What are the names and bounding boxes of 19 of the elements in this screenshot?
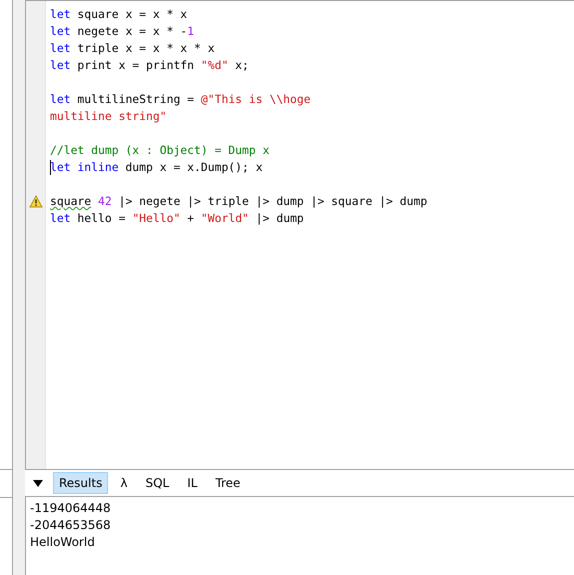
- code-line: let negete x = x * -1: [50, 23, 196, 40]
- result-line: HelloWorld: [30, 534, 96, 551]
- code-line: let square x = x * x: [50, 6, 188, 23]
- output-tab[interactable]: SQL: [139, 472, 176, 494]
- code-line: //let dump (x : Object) = Dump x: [50, 142, 270, 159]
- code-line: square 42 |> negete |> triple |> dump |> square |> dump: [50, 193, 428, 210]
- output-tab[interactable]: Results: [53, 472, 108, 494]
- result-line: -1194064448: [30, 500, 112, 517]
- code-line: let triple x = x * x * x: [50, 40, 216, 57]
- result-line: -2044653568: [30, 517, 112, 534]
- output-tab[interactable]: λ: [114, 472, 134, 494]
- collapse-triangle-icon[interactable]: [31, 478, 45, 488]
- output-tab[interactable]: IL: [181, 472, 204, 494]
- code-line: let hello = "Hello" + "World" |> dump: [50, 210, 305, 227]
- code-line: multiline string": [50, 108, 168, 125]
- code-line: let print x = printfn "%d" x;: [50, 57, 250, 74]
- output-tab[interactable]: Tree: [209, 472, 246, 494]
- code-line: let multilineString = @"This is \\hoge: [50, 91, 312, 108]
- code-line: let inline dump x = x.Dump(); x: [50, 159, 264, 176]
